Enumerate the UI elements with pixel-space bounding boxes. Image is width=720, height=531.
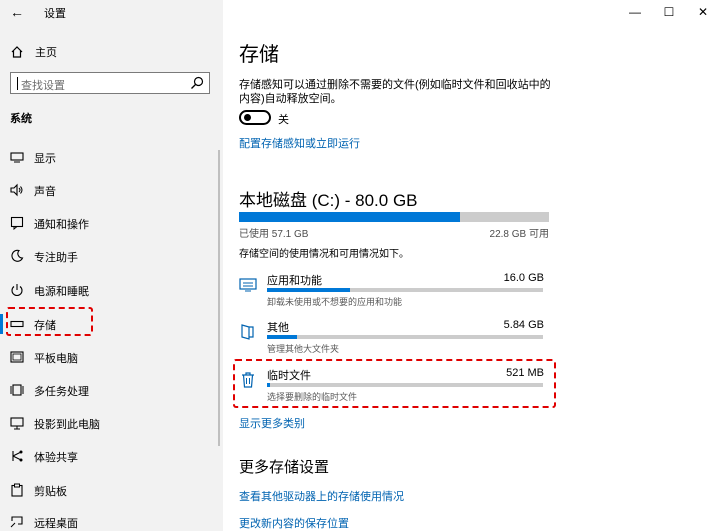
search-input[interactable]: 查找设置 bbox=[10, 72, 210, 94]
sidebar: ← 设置 主页 查找设置 系统 显示 声音 通知和操作 专注助手 电源和睡眠 存… bbox=[0, 0, 223, 531]
section-title: 系统 bbox=[10, 113, 32, 125]
sidebar-item-display[interactable]: 显示 bbox=[0, 146, 215, 168]
home-icon bbox=[11, 46, 23, 58]
page-title: 存储 bbox=[239, 44, 279, 66]
sidebar-item-project[interactable]: 投影到此电脑 bbox=[0, 412, 215, 434]
category-bar-fill bbox=[267, 335, 298, 339]
home-label: 主页 bbox=[35, 47, 57, 59]
category-other[interactable]: 其他 5.84 GB 管理其他大文件夹 bbox=[239, 319, 544, 359]
disk-usage-bar bbox=[239, 212, 549, 222]
toggle-knob bbox=[244, 114, 251, 121]
category-bar-fill bbox=[267, 288, 350, 292]
sidebar-item-label: 远程桌面 bbox=[34, 518, 78, 530]
sidebar-item-label: 电源和睡眠 bbox=[34, 286, 89, 298]
search-icon[interactable] bbox=[189, 75, 205, 91]
highlight-storage-nav bbox=[6, 307, 93, 336]
remote-desktop-icon bbox=[10, 516, 23, 528]
sidebar-item-label: 通知和操作 bbox=[34, 219, 89, 231]
sidebar-item-sound[interactable]: 声音 bbox=[0, 179, 215, 201]
sidebar-item-shared-experiences[interactable]: 体验共享 bbox=[0, 445, 215, 467]
sidebar-item-label: 多任务处理 bbox=[34, 386, 89, 398]
window-controls: — ☐ ✕ bbox=[618, 0, 720, 24]
category-apps[interactable]: 应用和功能 16.0 GB 卸载未使用或不想要的应用和功能 bbox=[239, 272, 544, 312]
sidebar-item-tablet[interactable]: 平板电脑 bbox=[0, 346, 215, 368]
back-button[interactable]: ← bbox=[8, 3, 26, 21]
sidebar-item-label: 投影到此电脑 bbox=[34, 419, 100, 431]
highlight-temp-files bbox=[233, 359, 556, 408]
sidebar-item-label: 显示 bbox=[34, 153, 56, 165]
project-icon bbox=[10, 417, 24, 430]
sidebar-item-label: 体验共享 bbox=[34, 452, 78, 464]
multitask-icon bbox=[10, 384, 24, 396]
display-icon bbox=[10, 152, 24, 163]
home-nav[interactable]: 主页 bbox=[10, 43, 57, 61]
apps-icon bbox=[239, 278, 257, 292]
toggle-state-label: 关 bbox=[278, 114, 289, 126]
notification-icon bbox=[10, 216, 24, 230]
power-icon bbox=[11, 284, 23, 297]
search-placeholder: 查找设置 bbox=[21, 80, 65, 92]
disk-description: 存储空间的使用情况和可用情况如下。 bbox=[239, 249, 409, 260]
sidebar-item-clipboard[interactable]: 剪贴板 bbox=[0, 479, 215, 501]
speaker-icon bbox=[10, 183, 23, 197]
storage-sense-toggle[interactable] bbox=[239, 110, 271, 125]
category-bar bbox=[267, 335, 543, 339]
sidebar-item-power[interactable]: 电源和睡眠 bbox=[0, 279, 215, 301]
clipboard-icon bbox=[11, 483, 23, 497]
moon-icon bbox=[11, 249, 24, 262]
category-description: 卸载未使用或不想要的应用和功能 bbox=[267, 297, 403, 307]
app-title: 设置 bbox=[44, 8, 66, 20]
storage-sense-description: 存储感知可以通过删除不需要的文件(例如临时文件和回收站中的内容)自动释放空间。 bbox=[239, 79, 551, 105]
disk-used-label: 已使用 57.1 GB bbox=[239, 229, 309, 240]
disk-title: 本地磁盘 (C:) - 80.0 GB bbox=[239, 191, 418, 210]
view-other-drives-link[interactable]: 查看其他驱动器上的存储使用情况 bbox=[239, 488, 404, 504]
category-bar bbox=[267, 288, 543, 292]
category-name: 其他 bbox=[267, 322, 289, 334]
sidebar-item-label: 声音 bbox=[34, 186, 56, 198]
maximize-button[interactable]: ☐ bbox=[652, 0, 686, 24]
category-name: 应用和功能 bbox=[267, 275, 322, 287]
close-button[interactable]: ✕ bbox=[686, 0, 720, 24]
tablet-icon bbox=[10, 351, 24, 363]
change-save-location-link[interactable]: 更改新内容的保存位置 bbox=[239, 515, 349, 531]
folder-icon bbox=[241, 324, 254, 340]
category-description: 管理其他大文件夹 bbox=[267, 344, 340, 354]
more-settings-title: 更多存储设置 bbox=[239, 459, 330, 476]
sidebar-item-label: 剪贴板 bbox=[34, 486, 67, 498]
show-more-categories-link[interactable]: 显示更多类别 bbox=[239, 415, 305, 431]
configure-storage-sense-link[interactable]: 配置存储感知或立即运行 bbox=[239, 135, 360, 151]
sidebar-item-notifications[interactable]: 通知和操作 bbox=[0, 212, 215, 234]
minimize-button[interactable]: — bbox=[618, 0, 652, 24]
sidebar-item-focus-assist[interactable]: 专注助手 bbox=[0, 245, 215, 267]
sidebar-item-remote-desktop[interactable]: 远程桌面 bbox=[0, 511, 215, 531]
sidebar-scrollbar[interactable] bbox=[218, 150, 220, 446]
category-size: 5.84 GB bbox=[503, 319, 544, 331]
text-caret bbox=[17, 77, 18, 90]
category-size: 16.0 GB bbox=[503, 272, 544, 284]
disk-usage-fill bbox=[239, 212, 461, 222]
disk-free-label: 22.8 GB 可用 bbox=[489, 229, 549, 240]
sidebar-item-label: 平板电脑 bbox=[34, 353, 78, 365]
share-icon bbox=[12, 450, 23, 462]
sidebar-item-multitasking[interactable]: 多任务处理 bbox=[0, 379, 215, 401]
sidebar-item-label: 专注助手 bbox=[34, 252, 78, 264]
